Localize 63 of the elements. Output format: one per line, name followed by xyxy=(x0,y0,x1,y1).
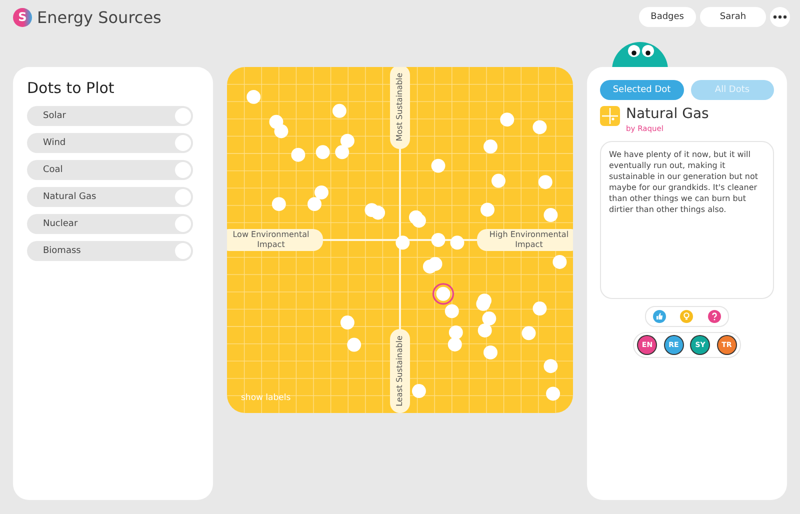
axis-label: Most Sustainable xyxy=(390,67,410,149)
plot-dot[interactable] xyxy=(448,337,462,352)
user-button[interactable]: Sarah xyxy=(700,7,766,27)
plot-dot[interactable] xyxy=(340,316,354,330)
dot-toggle[interactable]: Nuclear xyxy=(27,214,193,234)
axis-label: High Environmental Impact xyxy=(477,229,573,251)
plot-dot[interactable] xyxy=(538,175,552,190)
plot-dot[interactable] xyxy=(544,359,558,374)
plot-dot[interactable] xyxy=(552,254,567,269)
plot-dot[interactable] xyxy=(450,236,464,250)
plot-dot[interactable] xyxy=(332,104,346,118)
plot-dot[interactable] xyxy=(500,112,514,127)
plot-dot[interactable] xyxy=(412,214,426,228)
dot-toggle[interactable]: Biomass xyxy=(27,241,193,261)
plot-dot[interactable] xyxy=(532,302,547,316)
dot-toggle[interactable]: Solar xyxy=(27,106,193,126)
plot-dot[interactable] xyxy=(484,345,498,360)
plot-dot[interactable] xyxy=(431,158,446,173)
question-icon[interactable] xyxy=(708,310,721,323)
selected-dot[interactable] xyxy=(432,283,454,305)
plot-dot[interactable] xyxy=(308,197,322,212)
comment-text: We have plenty of it now, but it will eventually run out, making it sustainable in our generation but not maybe for our grandkids. It's cleaner than other things we can burn but dirtier than other things also. xyxy=(609,149,760,215)
dot-toggle[interactable]: Natural Gas xyxy=(27,187,193,207)
plot-dot[interactable] xyxy=(544,208,558,222)
more-button[interactable] xyxy=(770,7,790,27)
app-title: Energy Sources xyxy=(37,8,162,26)
quadrant-icon xyxy=(600,106,620,126)
plot-dot[interactable] xyxy=(340,134,354,148)
dot-title: Natural Gas xyxy=(626,106,709,122)
plot-dot[interactable] xyxy=(347,338,362,352)
dot-toggle[interactable]: Coal xyxy=(27,160,193,180)
plot-dot[interactable] xyxy=(532,120,547,134)
more-icon xyxy=(773,15,787,19)
axis-label: Least Sustainable xyxy=(390,329,410,413)
app-logo: S xyxy=(13,8,32,26)
plot-dot[interactable] xyxy=(476,296,490,311)
plot-dot[interactable] xyxy=(444,304,459,318)
plot-dot[interactable] xyxy=(335,145,350,160)
axis-label: Low Environmental Impact xyxy=(227,229,323,251)
plot-dot[interactable] xyxy=(448,326,463,340)
lightbulb-icon[interactable] xyxy=(680,310,694,323)
thumbs-up-icon[interactable] xyxy=(653,310,666,323)
badges-button[interactable]: Badges xyxy=(638,7,696,27)
plot-dot[interactable] xyxy=(522,326,536,340)
plot-dot[interactable] xyxy=(412,384,426,398)
plot-dot[interactable] xyxy=(482,312,496,326)
plot-dot[interactable] xyxy=(316,145,330,160)
plot-dot[interactable] xyxy=(431,233,446,247)
plot-dot[interactable] xyxy=(484,140,498,154)
plot-dot[interactable] xyxy=(371,206,386,220)
plot-dot[interactable] xyxy=(492,174,506,188)
plot-dot[interactable] xyxy=(428,256,442,271)
plot-dot[interactable] xyxy=(478,324,492,338)
plot-dot[interactable] xyxy=(291,148,306,162)
plot-dot[interactable] xyxy=(314,185,328,200)
plot-dot[interactable] xyxy=(246,90,261,104)
dot-toggle[interactable]: Wind xyxy=(27,133,193,153)
plot-dot[interactable] xyxy=(480,202,494,217)
panel-title: Dots to Plot xyxy=(27,79,116,97)
plot-dot[interactable] xyxy=(396,236,410,250)
plot-dot[interactable] xyxy=(272,197,286,212)
plot-dot[interactable] xyxy=(546,386,560,401)
plot-dot[interactable] xyxy=(274,124,288,138)
